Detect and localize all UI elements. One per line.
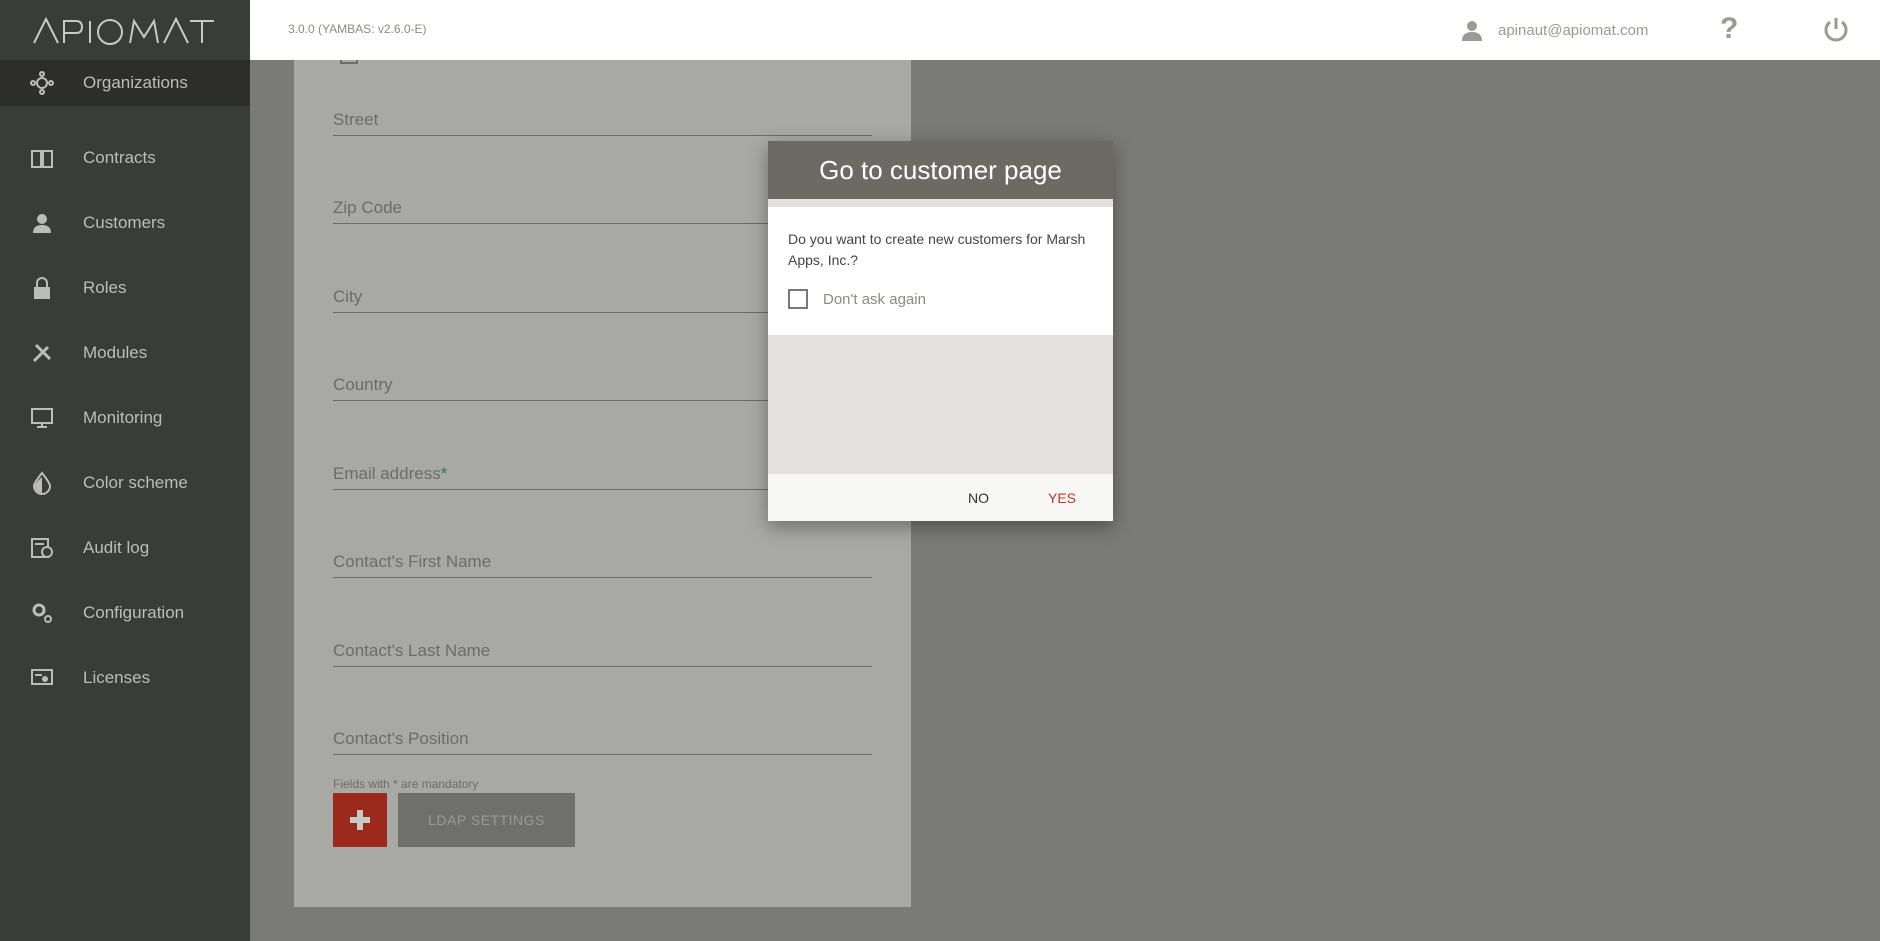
dialog-actions: NO YES (768, 474, 1113, 521)
sidebar-item-label: Licenses (83, 667, 151, 687)
license-icon (31, 668, 53, 685)
sidebar-item-label: Customers (83, 212, 166, 232)
yes-button[interactable]: YES (1048, 490, 1076, 506)
last-name-field[interactable]: Contact's Last Name (333, 641, 872, 667)
lock-icon (34, 276, 50, 299)
sidebar-item-customers[interactable]: Customers (0, 190, 250, 255)
first-name-label: Contact's First Name (333, 552, 492, 571)
tools-icon (32, 343, 52, 362)
sidebar-item-label: Modules (83, 342, 148, 362)
ldap-settings-button[interactable]: LDAP SETTINGS (398, 793, 575, 847)
audit-log-icon (31, 537, 53, 558)
dialog-message: Do you want to create new customers for … (788, 231, 1086, 268)
sidebar-item-licenses[interactable]: Licenses (0, 645, 250, 710)
help-icon[interactable]: ? (1720, 12, 1738, 46)
sidebar-item-contracts[interactable]: Contracts (0, 125, 250, 190)
person-icon (33, 213, 51, 233)
dialog-content-area (768, 335, 1113, 474)
mandatory-note: Fields with * are mandatory (333, 777, 479, 791)
street-field[interactable]: Street (333, 110, 872, 136)
sidebar-item-label: Organizations (83, 73, 188, 92)
city-label: City (333, 287, 363, 306)
required-mark: * (440, 464, 448, 483)
sidebar-item-audit-log[interactable]: Audit log (0, 515, 250, 580)
sidebar-item-monitoring[interactable]: Monitoring (0, 385, 250, 450)
street-label: Street (333, 110, 379, 129)
dialog-title: Go to customer page (768, 141, 1113, 199)
apiomat-logo (33, 16, 214, 45)
book-icon (31, 149, 53, 168)
country-label: Country (333, 375, 393, 394)
sidebar-item-label: Color scheme (83, 472, 188, 492)
last-name-label: Contact's Last Name (333, 641, 491, 660)
first-name-field[interactable]: Contact's First Name (333, 552, 872, 578)
user-icon (1462, 21, 1482, 41)
no-button[interactable]: NO (968, 490, 989, 506)
sidebar-item-modules[interactable]: Modules (0, 320, 250, 385)
user-menu[interactable]: apinaut@apiomat.com (1460, 18, 1648, 42)
sidebar-item-label: Roles (83, 277, 127, 297)
organizations-icon (30, 71, 54, 95)
sidebar-item-color-scheme[interactable]: Color scheme (0, 450, 250, 515)
sidebar-item-label: Monitoring (83, 407, 163, 427)
sidebar-item-label: Contracts (83, 147, 156, 167)
user-email: apinaut@apiomat.com (1498, 21, 1649, 39)
position-label: Contact's Position (333, 729, 469, 748)
position-field[interactable]: Contact's Position (333, 729, 872, 755)
sidebar-item-label: Audit log (83, 537, 150, 557)
dont-ask-row[interactable]: Don't ask again (788, 289, 1093, 309)
email-label: Email address (333, 464, 441, 483)
plus-icon (350, 810, 370, 830)
sidebar-item-label: Configuration (83, 602, 185, 622)
power-icon[interactable] (1822, 15, 1850, 43)
dialog-body: Do you want to create new customers for … (768, 207, 1113, 335)
sidebar-item-roles[interactable]: Roles (0, 255, 250, 320)
sidebar: Organizations Contracts Customers Roles … (0, 60, 250, 941)
add-button[interactable] (333, 793, 387, 847)
dont-ask-checkbox[interactable] (788, 289, 808, 309)
dont-ask-label: Don't ask again (823, 290, 926, 308)
confirm-dialog: Go to customer page Do you want to creat… (768, 141, 1113, 521)
sidebar-item-organizations[interactable]: Organizations (0, 60, 250, 106)
sidebar-item-configuration[interactable]: Configuration (0, 580, 250, 645)
gears-icon (32, 603, 52, 623)
dialog-divider (768, 199, 1113, 207)
monitor-icon (31, 407, 53, 428)
version-label: 3.0.0 (YAMBAS: v2.6.0-E) (288, 22, 427, 36)
zip-label: Zip Code (333, 198, 402, 217)
logo-area[interactable] (0, 0, 250, 60)
top-bar: 3.0.0 (YAMBAS: v2.6.0-E) apinaut@apiomat… (0, 0, 1880, 60)
drop-icon (32, 470, 52, 495)
